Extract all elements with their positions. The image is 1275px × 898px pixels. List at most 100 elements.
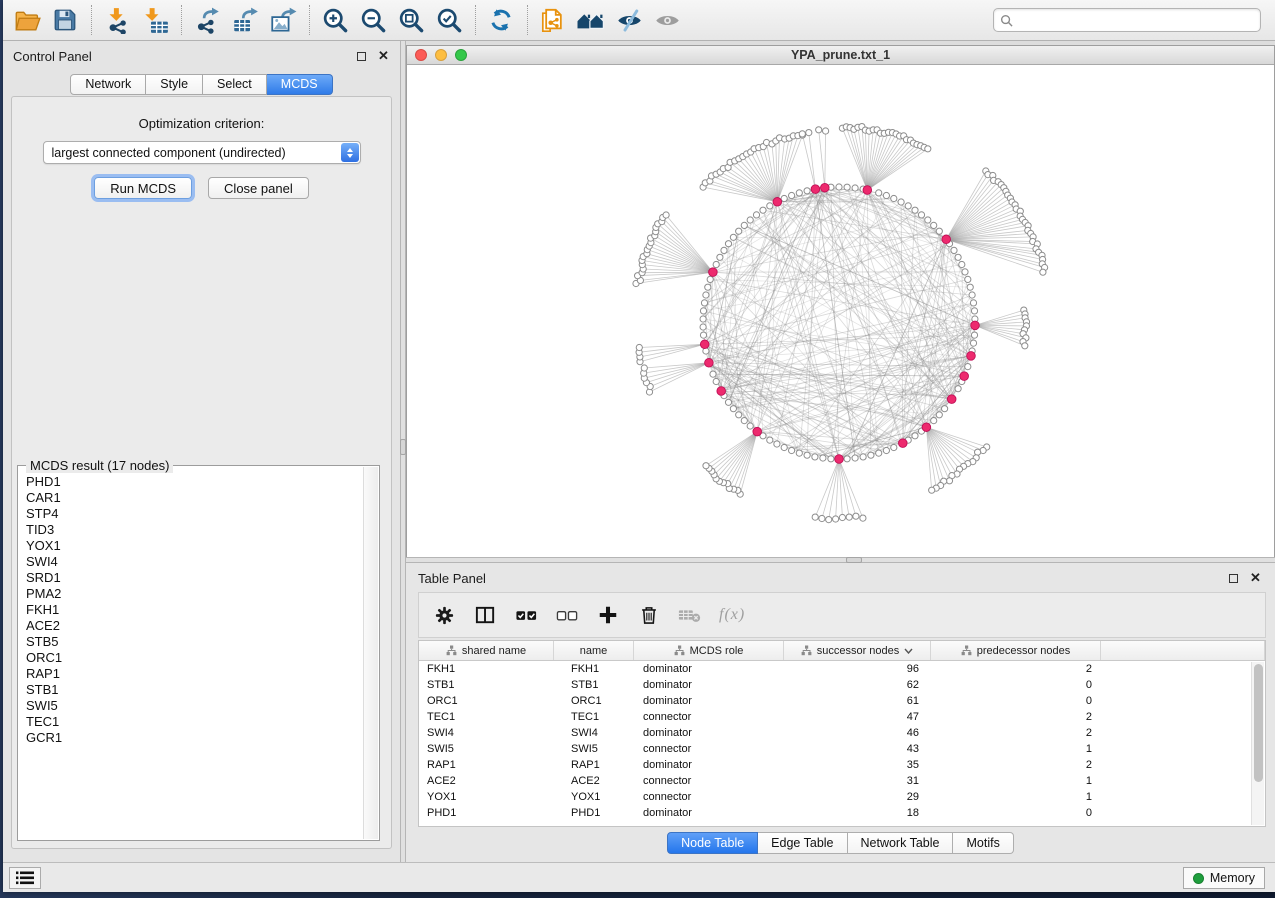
cell-predecessor-nodes[interactable]: 1 — [931, 789, 1101, 805]
cell-successor-nodes[interactable]: 31 — [784, 773, 931, 789]
open-button[interactable] — [11, 4, 43, 36]
export-network-button[interactable] — [191, 4, 223, 36]
graph-node[interactable] — [959, 261, 965, 267]
cell-shared-name[interactable]: RAP1 — [419, 757, 554, 773]
cell-mcds-role[interactable]: connector — [634, 773, 784, 789]
graph-node[interactable] — [747, 217, 753, 223]
network-window-titlebar[interactable]: YPA_prune.txt_1 — [407, 46, 1274, 65]
column-header-predecessor-nodes[interactable]: predecessor nodes — [931, 641, 1101, 660]
graph-leaf-node[interactable] — [946, 478, 952, 484]
tab-select[interactable]: Select — [203, 74, 267, 95]
graph-node[interactable] — [942, 406, 948, 412]
cell-mcds-role[interactable]: connector — [634, 789, 784, 805]
result-node-item[interactable]: GCR1 — [26, 730, 363, 746]
graph-node[interactable] — [760, 207, 766, 213]
graph-node[interactable] — [962, 269, 968, 275]
graph-node[interactable] — [912, 207, 918, 213]
split-columns-button[interactable] — [473, 603, 497, 627]
graph-leaf-node[interactable] — [839, 514, 845, 520]
memory-button[interactable]: Memory — [1183, 867, 1265, 889]
graph-leaf-node[interactable] — [799, 131, 805, 137]
cell-mcds-role[interactable]: dominator — [634, 757, 784, 773]
graph-node[interactable] — [955, 386, 961, 392]
result-node-item[interactable]: RAP1 — [26, 666, 363, 682]
table-settings-button[interactable] — [432, 603, 456, 627]
graph-leaf-node[interactable] — [853, 513, 859, 519]
graph-leaf-node[interactable] — [826, 517, 832, 523]
graph-node[interactable] — [781, 195, 787, 201]
graph-mcds-node[interactable] — [705, 359, 714, 368]
cell-name[interactable]: RAP1 — [554, 757, 634, 773]
graph-node[interactable] — [796, 190, 802, 196]
graph-node[interactable] — [705, 284, 711, 290]
graph-node[interactable] — [717, 254, 723, 260]
graph-node[interactable] — [730, 406, 736, 412]
show-all-button[interactable] — [651, 4, 683, 36]
cell-mcds-role[interactable]: dominator — [634, 693, 784, 709]
graph-node[interactable] — [753, 212, 759, 218]
graph-mcds-node[interactable] — [753, 427, 762, 436]
graph-node[interactable] — [969, 292, 975, 298]
graph-node[interactable] — [774, 441, 780, 447]
run-mcds-button[interactable]: Run MCDS — [94, 177, 192, 199]
result-node-item[interactable]: STP4 — [26, 506, 363, 522]
graph-leaf-node[interactable] — [806, 130, 812, 136]
cell-predecessor-nodes[interactable]: 2 — [931, 661, 1101, 677]
graph-node[interactable] — [912, 433, 918, 439]
select-all-columns-button[interactable] — [514, 603, 538, 627]
result-node-item[interactable]: CAR1 — [26, 490, 363, 506]
cell-name[interactable]: YOX1 — [554, 789, 634, 805]
cell-predecessor-nodes[interactable]: 0 — [931, 677, 1101, 693]
graph-node[interactable] — [931, 222, 937, 228]
cell-successor-nodes[interactable]: 29 — [784, 789, 931, 805]
cell-mcds-role[interactable]: dominator — [634, 677, 784, 693]
refresh-layout-button[interactable] — [485, 4, 517, 36]
result-node-item[interactable]: STB1 — [26, 682, 363, 698]
graph-node[interactable] — [852, 455, 858, 461]
network-graph[interactable] — [407, 65, 1275, 557]
function-builder-button[interactable]: f(x) — [719, 603, 745, 627]
graph-node[interactable] — [710, 371, 716, 377]
cell-shared-name[interactable]: SWI5 — [419, 741, 554, 757]
float-panel-icon[interactable] — [1227, 572, 1240, 585]
result-node-item[interactable]: ORC1 — [26, 650, 363, 666]
graph-node[interactable] — [820, 455, 826, 461]
graph-node[interactable] — [713, 378, 719, 384]
deselect-all-columns-button[interactable] — [555, 603, 579, 627]
cell-successor-nodes[interactable]: 35 — [784, 757, 931, 773]
network-canvas[interactable] — [407, 65, 1274, 557]
result-node-item[interactable]: YOX1 — [26, 538, 363, 554]
graph-node[interactable] — [844, 456, 850, 462]
graph-node[interactable] — [971, 332, 977, 338]
graph-node[interactable] — [844, 184, 850, 190]
cell-predecessor-nodes[interactable]: 1 — [931, 773, 1101, 789]
graph-node[interactable] — [700, 308, 706, 314]
graph-mcds-node[interactable] — [811, 185, 820, 194]
zoom-fit-button[interactable] — [395, 4, 427, 36]
cell-successor-nodes[interactable]: 47 — [784, 709, 931, 725]
cell-shared-name[interactable]: SWI4 — [419, 725, 554, 741]
graph-leaf-node[interactable] — [812, 514, 818, 520]
graph-node[interactable] — [725, 241, 731, 247]
result-list-scrollbar[interactable] — [363, 467, 378, 839]
graph-leaf-node[interactable] — [929, 487, 935, 493]
search-input[interactable] — [1017, 13, 1247, 27]
graph-node[interactable] — [828, 456, 834, 462]
export-image-button[interactable] — [267, 4, 299, 36]
graph-node[interactable] — [876, 450, 882, 456]
save-button[interactable] — [49, 4, 81, 36]
graph-leaf-node[interactable] — [860, 515, 866, 521]
add-column-button[interactable] — [596, 603, 620, 627]
graph-mcds-node[interactable] — [899, 439, 908, 448]
cell-successor-nodes[interactable]: 62 — [784, 677, 931, 693]
close-panel-icon[interactable]: ✕ — [1249, 572, 1262, 585]
graph-mcds-node[interactable] — [947, 395, 956, 404]
table-row[interactable]: ACE2ACE2connector311 — [419, 773, 1265, 789]
column-header-successor-nodes[interactable]: successor nodes — [784, 641, 931, 660]
graph-node[interactable] — [741, 222, 747, 228]
graph-node[interactable] — [767, 203, 773, 209]
cell-successor-nodes[interactable]: 18 — [784, 805, 931, 821]
cell-predecessor-nodes[interactable]: 2 — [931, 757, 1101, 773]
graph-node[interactable] — [701, 300, 707, 306]
graph-node[interactable] — [891, 444, 897, 450]
